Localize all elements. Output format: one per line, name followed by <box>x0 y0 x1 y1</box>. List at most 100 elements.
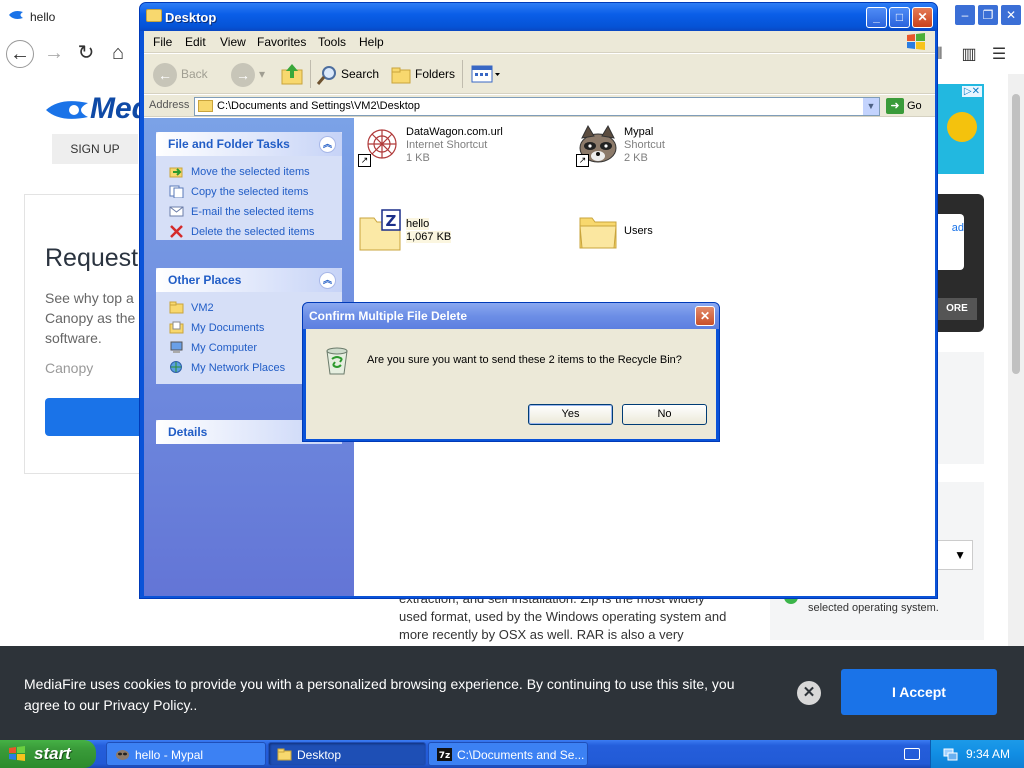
taskbar-item-label: Desktop <box>297 748 342 762</box>
cookie-text: MediaFire uses cookies to provide you wi… <box>24 676 735 713</box>
file-item-users[interactable]: Users <box>572 206 772 256</box>
request-heading: Request <box>45 244 139 272</box>
dialog-close-button[interactable]: ✕ <box>695 306 715 326</box>
dark-card: ad ORE <box>937 194 984 332</box>
forward-icon[interactable]: → <box>40 40 68 68</box>
go-arrow-icon: ➜ <box>886 98 904 114</box>
copy-icon <box>169 185 184 198</box>
file-item-datawagon[interactable]: ↗ DataWagon.com.url Internet Shortcut 1 … <box>354 122 554 172</box>
delete-items-link[interactable]: Delete the selected items <box>156 222 342 242</box>
file-type: Shortcut <box>624 139 665 151</box>
up-folder-icon[interactable] <box>280 62 304 86</box>
dark-card-button[interactable]: ORE <box>937 298 977 320</box>
forward-button[interactable]: → ▾ <box>231 61 265 87</box>
taskbar-item-desktop[interactable]: Desktop <box>268 742 426 766</box>
menu-bar: File Edit View Favorites Tools Help <box>144 31 935 53</box>
clock[interactable]: 9:34 AM <box>966 747 1010 761</box>
mypal-icon <box>116 750 129 760</box>
collapse-chevron-icon[interactable]: ︽ <box>319 272 336 289</box>
file-name: hello <box>406 218 430 230</box>
go-button[interactable]: ➜ Go <box>886 98 922 114</box>
scrollbar-thumb[interactable] <box>1012 94 1020 374</box>
mediafire-bird-icon <box>46 101 88 119</box>
file-folder-tasks-header[interactable]: File and Folder Tasks ︽ <box>156 132 342 156</box>
svg-text:Z: Z <box>386 212 397 230</box>
cookie-close-button[interactable]: ✕ <box>797 681 821 705</box>
other-places-header[interactable]: Other Places ︽ <box>156 268 342 292</box>
move-items-link[interactable]: Move the selected items <box>156 162 342 182</box>
browser-tab-title[interactable]: hello <box>30 10 55 24</box>
move-icon <box>169 167 183 178</box>
file-item-hello[interactable]: Z hello 1,067 KB <box>354 206 554 256</box>
taskbar-item-label: C:\Documents and Se... <box>457 748 585 762</box>
other-place-label: My Network Places <box>191 362 286 374</box>
views-icon[interactable] <box>471 65 501 83</box>
promo-text: See why top a Canopy as the software. <box>45 290 136 346</box>
move-items-label: Move the selected items <box>191 166 310 178</box>
other-place-label: VM2 <box>191 302 214 314</box>
file-name: Users <box>624 225 653 237</box>
email-icon <box>169 206 184 217</box>
back-icon[interactable]: ← <box>6 40 34 68</box>
dialog-title: Confirm Multiple File Delete <box>309 309 468 323</box>
menu-favorites[interactable]: Favorites <box>257 35 306 49</box>
network-icon[interactable] <box>943 747 958 761</box>
recycle-bin-icon <box>326 347 348 375</box>
search-label: Search <box>341 67 380 81</box>
back-button[interactable]: ← Back <box>153 61 208 87</box>
menu-edit[interactable]: Edit <box>185 35 206 49</box>
sign-up-button[interactable]: SIGN UP <box>52 134 138 164</box>
search-button[interactable]: Search <box>316 61 379 87</box>
collapse-chevron-icon[interactable]: ︽ <box>319 136 336 153</box>
sidebar-icon[interactable]: ▥ <box>954 44 984 64</box>
browser-maximize-button[interactable]: ❐ <box>977 4 999 26</box>
close-button[interactable]: ✕ <box>912 7 933 28</box>
keyboard-icon[interactable] <box>904 748 920 760</box>
folder-icon <box>277 748 292 761</box>
svg-text:7z: 7z <box>439 751 451 761</box>
copy-items-link[interactable]: Copy the selected items <box>156 182 342 202</box>
file-folder-tasks-title: File and Folder Tasks <box>168 137 290 151</box>
ad-choices-icon[interactable]: ▷✕ <box>961 86 982 97</box>
start-button[interactable]: start <box>0 740 96 768</box>
reload-icon[interactable]: ↻ <box>72 40 100 68</box>
cookie-accept-button[interactable]: I Accept <box>841 669 997 715</box>
browser-close-button[interactable]: ✕ <box>1000 4 1022 26</box>
file-name: DataWagon.com.url <box>406 126 503 138</box>
folders-button[interactable]: Folders <box>390 61 455 87</box>
menu-icon[interactable]: ☰ <box>984 44 1014 64</box>
windows-flag-icon <box>907 33 925 50</box>
taskbar-item-7zip[interactable]: 7z C:\Documents and Se... <box>428 742 588 766</box>
ad-banner[interactable]: ▷✕ <box>937 84 984 174</box>
email-items-label: E-mail the selected items <box>191 206 314 218</box>
forward-arrow-icon: → <box>231 62 255 87</box>
confirm-delete-dialog: Confirm Multiple File Delete ✕ Are you s… <box>302 302 720 442</box>
browser-minimize-button[interactable]: – <box>954 4 976 26</box>
menu-view[interactable]: View <box>220 35 246 49</box>
dialog-message: Are you sure you want to send these 2 it… <box>367 354 682 366</box>
yes-button[interactable]: Yes <box>528 404 613 425</box>
menu-file[interactable]: File <box>153 35 172 49</box>
menu-tools[interactable]: Tools <box>318 35 346 49</box>
home-icon[interactable]: ⌂ <box>104 40 132 68</box>
explorer-titlebar[interactable]: Desktop _ □ ✕ <box>140 3 937 31</box>
dialog-titlebar[interactable]: Confirm Multiple File Delete ✕ <box>303 303 719 329</box>
email-items-link[interactable]: E-mail the selected items <box>156 202 342 222</box>
copy-items-label: Copy the selected items <box>191 186 309 198</box>
taskbar-item-mypal[interactable]: hello - Mypal <box>106 742 266 766</box>
address-dropdown-icon[interactable]: ▼ <box>863 98 879 115</box>
no-button[interactable]: No <box>622 404 707 425</box>
file-size: 1,067 KB <box>406 231 452 243</box>
mediafire-tab-icon <box>9 11 23 19</box>
maximize-button[interactable]: □ <box>889 7 910 28</box>
browser-scrollbar[interactable] <box>1008 74 1024 740</box>
folders-label: Folders <box>415 67 456 81</box>
os-select[interactable]: ▼ <box>937 540 973 570</box>
menu-help[interactable]: Help <box>359 35 384 49</box>
mediafire-logo[interactable]: Med <box>44 92 150 126</box>
windows-flag-icon <box>9 746 25 761</box>
minimize-button[interactable]: _ <box>866 7 887 28</box>
address-field[interactable]: C:\Documents and Settings\VM2\Desktop ▼ <box>194 97 880 116</box>
file-folder-tasks-panel: File and Folder Tasks ︽ Move the selecte… <box>156 132 342 240</box>
file-item-mypal[interactable]: ↗ Mypal Shortcut 2 KB <box>572 122 772 172</box>
